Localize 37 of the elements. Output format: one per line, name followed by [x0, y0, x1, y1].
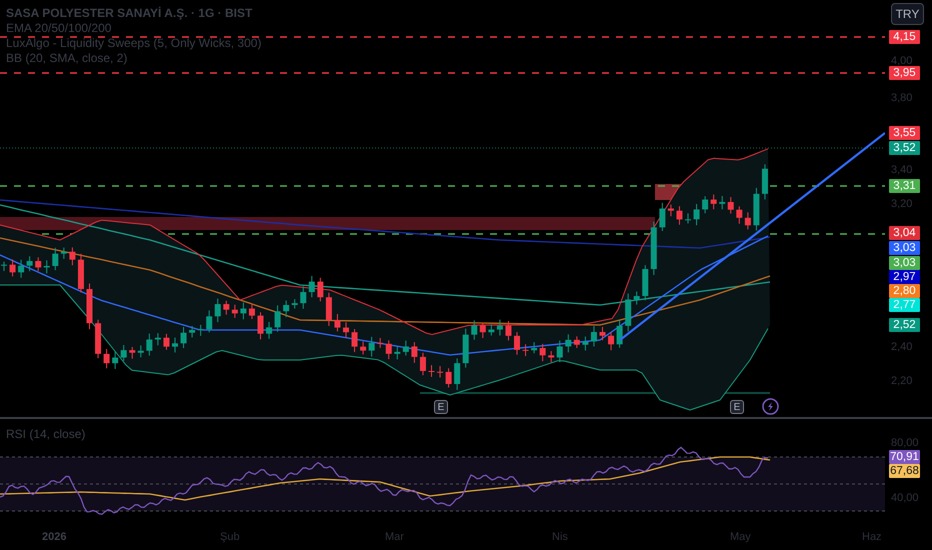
price-label: 3,03: [889, 256, 920, 270]
price-label: 2,77: [889, 298, 920, 312]
price-tick: 3,20: [891, 198, 912, 210]
chart-title: SASA POLYESTER SANAYİ A.Ş. · 1G · BIST: [6, 6, 254, 20]
earnings-marker[interactable]: E: [434, 400, 448, 414]
price-tick: 4,00: [891, 55, 912, 67]
indicator-label: LuxAlgo - Liquidity Sweeps (5, Only Wicks, 300): [6, 36, 262, 50]
time-label: 2026: [42, 531, 66, 543]
time-label: Nis: [552, 531, 568, 543]
rsi-value-label: 67,68: [889, 464, 920, 478]
price-label: 2,52: [889, 318, 920, 332]
price-label: 4,15: [889, 30, 920, 44]
rsi-value-label: 70,91: [889, 450, 920, 464]
time-label: May: [730, 531, 751, 543]
price-tick: 3,40: [891, 164, 912, 176]
indicator-label: BB (20, SMA, close, 2): [6, 51, 128, 65]
price-tick: 3,80: [891, 92, 912, 104]
indicator-label: EMA 20/50/100/200: [6, 21, 112, 35]
rsi-tick: 80,00: [891, 437, 919, 449]
price-label: 3,95: [889, 66, 920, 80]
time-label: Haz: [862, 531, 882, 543]
indicator-label: RSI (14, close): [6, 427, 86, 441]
lightning-icon[interactable]: [762, 398, 779, 415]
time-label: Şub: [220, 531, 240, 543]
price-label: 3,55: [889, 126, 920, 140]
price-label: 2,97: [889, 270, 920, 284]
rsi-tick: 40,00: [891, 492, 919, 504]
price-label: 2,80: [889, 284, 920, 298]
price-label: 3,04: [889, 226, 920, 240]
price-tick: 2,40: [891, 341, 912, 353]
earnings-marker[interactable]: E: [730, 400, 744, 414]
time-label: Mar: [385, 531, 404, 543]
price-label: 3,52: [889, 141, 920, 155]
price-label: 3,31: [889, 179, 920, 193]
price-label: 3,03: [889, 241, 920, 255]
price-tick: 2,20: [891, 375, 912, 387]
currency-button[interactable]: TRY: [891, 3, 924, 25]
